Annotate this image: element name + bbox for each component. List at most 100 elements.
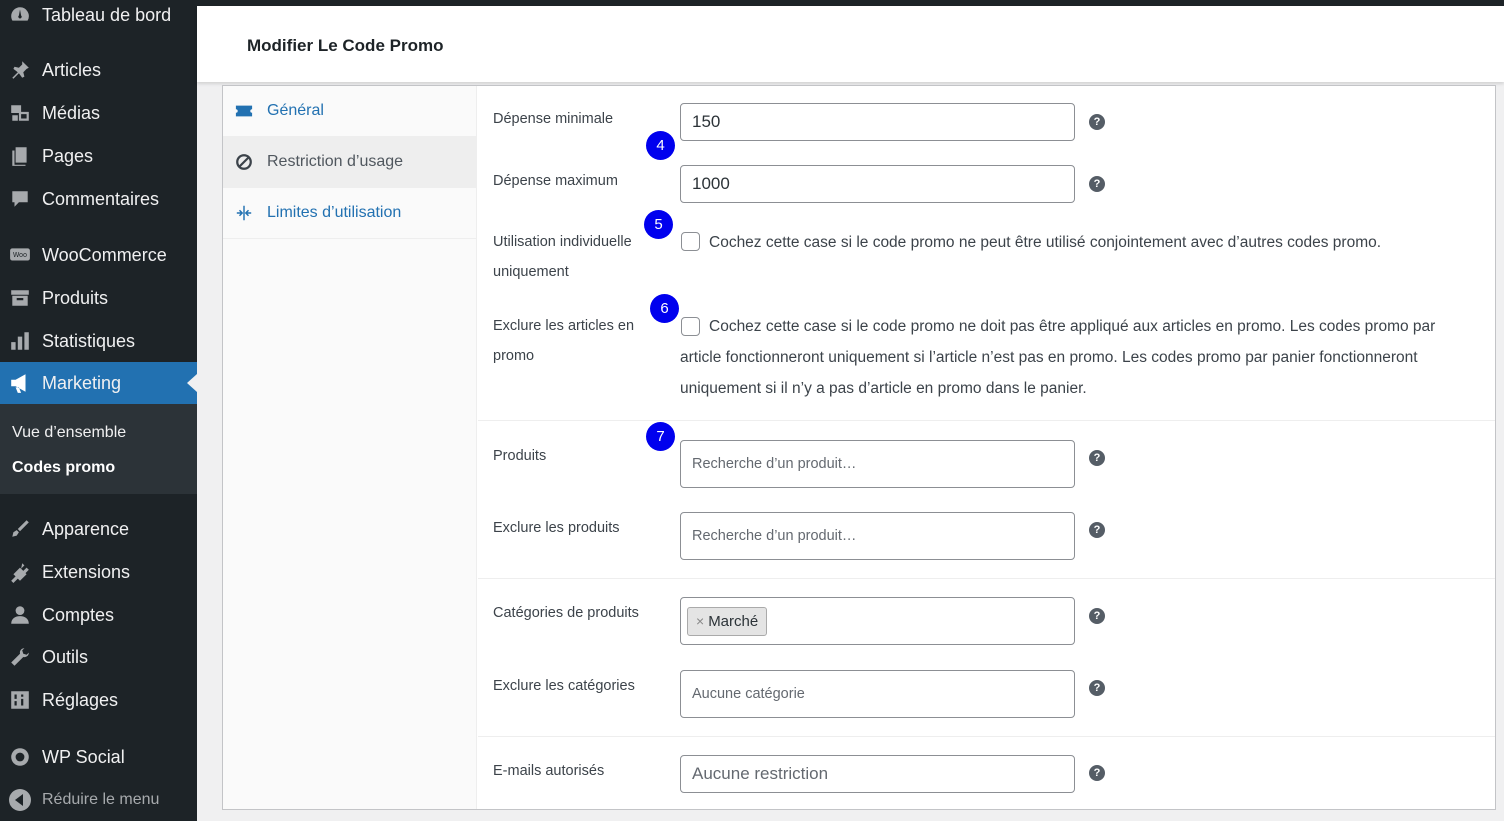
menu-settings[interactable]: Réglages [0,679,197,721]
menu-label: Comptes [42,604,115,625]
submenu-overview[interactable]: Vue d’ensemble [12,424,126,442]
chip-label: Marché [708,612,759,630]
individual-use-description: Cochez cette case si le code promo ne pe… [709,234,1382,251]
annotation-marker: 4 [646,131,675,160]
coupon-tabs: Général Restriction d’usage Limites d’ut… [223,86,477,809]
exclude-sale-label: Exclure les articles en promo [493,318,635,364]
dashboard-icon [8,3,32,27]
brush-icon [8,517,32,541]
categories-select[interactable]: × Marché [680,597,1075,645]
menu-label: Statistiques [42,330,136,351]
menu-label: Médias [42,102,101,123]
products-label: Produits [493,448,547,464]
min-spend-label: Dépense minimale [493,111,614,127]
min-spend-input[interactable]: 150 [680,103,1075,141]
collapse-menu-button[interactable]: Réduire le menu [0,783,197,817]
comment-icon [8,187,32,211]
block-icon [235,153,253,171]
collapse-arrow-icon [9,789,31,811]
menu-plugins[interactable]: Extensions [0,551,197,593]
menu-wp-social[interactable]: WP Social [0,736,197,778]
menu-marketing[interactable]: Marketing [0,362,197,404]
max-spend-label: Dépense maximum [493,173,618,189]
menu-label: WooCommerce [42,244,167,265]
menu-label: Produits [42,287,109,308]
menu-label: Tableau de bord [42,4,172,25]
category-chip[interactable]: × Marché [687,606,768,636]
menu-dashboard[interactable]: Tableau de bord [0,0,197,36]
menu-label: Outils [42,646,89,667]
submenu-coupons[interactable]: Codes promo [12,459,115,477]
menu-label: Commentaires [42,188,160,209]
categories-label: Catégories de produits [493,605,639,621]
menu-stats[interactable]: Statistiques [0,320,197,362]
menu-label: Marketing [42,372,122,393]
media-icon [8,101,32,125]
menu-label: Réglages [42,689,119,710]
svg-text:Woo: Woo [13,251,27,259]
menu-label: Articles [42,59,102,80]
products-search-input[interactable]: Recherche d’un produit… [680,440,1075,488]
exclude-products-search-input[interactable]: Recherche d’un produit… [680,512,1075,560]
plugin-icon [8,560,32,584]
menu-pages[interactable]: Pages [0,135,197,177]
help-icon[interactable]: ? [1089,114,1105,130]
section-divider [478,420,1495,421]
individual-use-label: Utilisation individuelle uniquement [493,234,632,280]
chip-remove-icon[interactable]: × [696,613,704,629]
megaphone-icon [8,371,32,395]
coupon-data-panel: Général Restriction d’usage Limites d’ut… [222,85,1496,810]
menu-users[interactable]: Comptes [0,594,197,636]
menu-woocommerce[interactable]: Woo WooCommerce [0,234,197,276]
help-icon[interactable]: ? [1089,608,1105,624]
annotation-marker: 6 [650,294,679,323]
marketing-submenu: Vue d’ensemble Codes promo [0,404,197,494]
menu-comments[interactable]: Commentaires [0,178,197,220]
archive-icon [8,286,32,310]
menu-label: Extensions [42,561,131,582]
help-icon[interactable]: ? [1089,680,1105,696]
page-header: Modifier Le Code Promo [197,6,1504,82]
user-icon [8,603,32,627]
menu-articles[interactable]: Articles [0,49,197,91]
wrench-icon [8,645,32,669]
settings-icon [8,688,32,712]
admin-sidebar: Tableau de bord Articles Médias Pages Co… [0,0,197,821]
arrows-in-icon [235,204,253,222]
section-divider [478,578,1495,579]
tab-usage-restriction[interactable]: Restriction d’usage [223,137,477,188]
section-divider [478,736,1495,737]
menu-label: Pages [42,145,94,166]
pin-icon [8,58,32,82]
social-icon [8,745,32,769]
tab-general[interactable]: Général [223,86,477,137]
help-icon[interactable]: ? [1089,450,1105,466]
exclude-categories-label: Exclure les catégories [493,678,635,694]
emails-label: E-mails autorisés [493,763,605,779]
collapse-label: Réduire le menu [42,791,160,808]
menu-appearance[interactable]: Apparence [0,508,197,550]
annotation-marker: 5 [644,210,673,239]
menu-media[interactable]: Médias [0,92,197,134]
annotation-marker: 7 [646,422,675,451]
help-icon[interactable]: ? [1089,765,1105,781]
exclude-products-label: Exclure les produits [493,520,620,536]
page-title: Modifier Le Code Promo [247,36,444,55]
exclude-sale-description: Cochez cette case si le code promo ne do… [680,318,1436,397]
menu-products[interactable]: Produits [0,277,197,319]
emails-input[interactable]: Aucune restriction [680,755,1075,793]
tab-label: Restriction d’usage [267,153,404,170]
exclude-categories-select[interactable]: Aucune catégorie [680,670,1075,718]
menu-tools[interactable]: Outils [0,636,197,678]
help-icon[interactable]: ? [1089,522,1105,538]
pages-icon [8,144,32,168]
help-icon[interactable]: ? [1089,176,1105,192]
chart-icon [8,329,32,353]
tab-label: Limites d’utilisation [267,204,402,221]
tab-label: Général [267,102,324,119]
menu-label: WP Social [42,746,125,767]
max-spend-input[interactable]: 1000 [680,165,1075,203]
menu-label: Apparence [42,518,130,539]
tab-usage-limits[interactable]: Limites d’utilisation [223,188,477,239]
ticket-icon [235,102,253,120]
